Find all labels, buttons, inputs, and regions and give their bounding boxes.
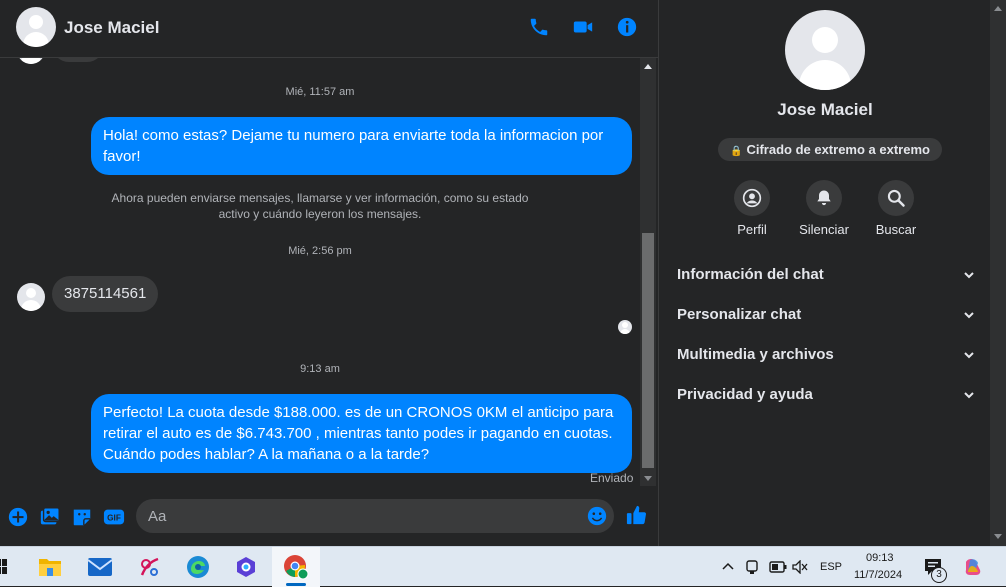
clock-date[interactable]: 11/7/2024: [854, 569, 902, 581]
timestamp: Mié, 11:57 am: [285, 86, 355, 98]
scroll-up-arrow[interactable]: [994, 6, 1002, 11]
message-status: Enviado: [590, 471, 634, 485]
notification-count-badge: 3: [931, 567, 947, 583]
battery-icon[interactable]: [769, 561, 787, 573]
chevron-down-icon: [964, 352, 974, 359]
video-call-icon[interactable]: [572, 16, 594, 38]
language-indicator[interactable]: ESP: [820, 561, 842, 573]
contact-avatar-small[interactable]: [17, 283, 45, 311]
windows-start-icon[interactable]: [0, 559, 8, 575]
mute-button[interactable]: Silenciar: [789, 180, 859, 237]
section-label: Privacidad y ayuda: [677, 386, 813, 403]
message-list[interactable]: Mié, 11:57 am Hola! como estas? Dejame t…: [0, 58, 658, 488]
windows-taskbar: ESP 09:13 11/7/2024 3: [0, 546, 1006, 587]
mute-label: Silenciar: [799, 222, 849, 237]
message-input[interactable]: [136, 499, 614, 533]
plus-icon[interactable]: [7, 506, 29, 528]
panel-scrollbar[interactable]: [990, 0, 1006, 546]
profile-label: Perfil: [737, 222, 767, 237]
folder-icon: [39, 559, 61, 576]
timestamp: 9:13 am: [300, 363, 340, 375]
contact-name[interactable]: Jose Maciel: [64, 18, 159, 38]
timestamp: Mié, 2:56 pm: [288, 245, 352, 257]
sticker-icon[interactable]: [71, 506, 93, 528]
section-label: Información del chat: [677, 266, 824, 283]
section-customize-chat[interactable]: Personalizar chat: [677, 300, 975, 330]
panel-avatar[interactable]: [785, 10, 865, 90]
incoming-message[interactable]: 3875114561: [52, 276, 159, 312]
bell-icon: [817, 190, 831, 206]
scroll-down-arrow[interactable]: [994, 534, 1002, 539]
chevron-down-icon: [964, 272, 974, 279]
message-bubble-partial: [52, 58, 104, 62]
chrome-browser-app[interactable]: [272, 547, 320, 587]
section-label: Personalizar chat: [677, 306, 802, 323]
contact-avatar[interactable]: [16, 7, 56, 47]
profile-icon: [742, 188, 762, 208]
snipping-icon: [140, 557, 159, 576]
snipping-tool-app[interactable]: [126, 547, 174, 587]
scroll-up-arrow[interactable]: [644, 64, 652, 69]
info-icon[interactable]: [616, 16, 638, 38]
gif-icon[interactable]: GIF: [103, 506, 125, 528]
mail-icon: [87, 558, 113, 576]
phone-icon[interactable]: [528, 16, 550, 38]
scroll-thumb[interactable]: [642, 233, 654, 468]
chrome-icon: [284, 555, 309, 580]
panel-contact-name: Jose Maciel: [777, 100, 873, 119]
message-scrollbar[interactable]: [640, 58, 656, 486]
edge-icon: [187, 556, 209, 578]
copilot-preview-icon[interactable]: [962, 556, 984, 578]
system-notice: Ahora pueden enviarse mensajes, llamarse…: [111, 191, 529, 221]
svg-text:GIF: GIF: [107, 514, 121, 523]
encryption-badge[interactable]: 🔒 Cifrado de extremo a extremo: [718, 138, 942, 161]
search-label: Buscar: [875, 222, 917, 237]
search-icon: [887, 189, 905, 207]
seen-avatar: [618, 320, 632, 334]
chat-header: Jose Maciel: [0, 0, 658, 58]
section-label: Multimedia y archivos: [677, 346, 834, 363]
search-button[interactable]: Buscar: [861, 180, 931, 237]
chevron-up-icon[interactable]: [722, 562, 734, 570]
edge-browser-app[interactable]: [174, 547, 222, 587]
conversation-info-panel: Jose Maciel 🔒 Cifrado de extremo a extrem…: [658, 0, 990, 546]
messenger-window: Jose Maciel Mié, 11:57 am Hola! como est…: [0, 0, 1006, 546]
outgoing-message[interactable]: Perfecto! La cuota desde $188.000. es de…: [91, 394, 632, 473]
encryption-label: Cifrado de extremo a extremo: [746, 142, 930, 157]
photo-icon[interactable]: [39, 506, 61, 528]
file-explorer-app[interactable]: [26, 547, 74, 587]
outgoing-message[interactable]: Hola! como estas? Dejame tu numero para …: [91, 117, 632, 175]
like-icon[interactable]: [626, 504, 648, 526]
chevron-down-icon: [964, 392, 974, 399]
section-chat-info[interactable]: Información del chat: [677, 260, 975, 290]
chevron-down-icon: [964, 312, 974, 319]
profile-button[interactable]: Perfil: [717, 180, 787, 237]
section-privacy-help[interactable]: Privacidad y ayuda: [677, 380, 975, 410]
clock-time[interactable]: 09:13: [866, 552, 894, 564]
device-icon[interactable]: [745, 559, 759, 575]
lock-icon: 🔒: [730, 146, 743, 157]
contact-avatar-small: [17, 58, 45, 64]
scroll-down-arrow[interactable]: [644, 476, 652, 481]
copilot-icon: [237, 557, 255, 577]
section-media-files[interactable]: Multimedia y archivos: [677, 340, 975, 370]
volume-muted-icon[interactable]: [792, 560, 808, 574]
composer: GIF: [0, 488, 658, 546]
mail-app[interactable]: [76, 547, 124, 587]
copilot-app[interactable]: [222, 547, 270, 587]
emoji-icon[interactable]: [586, 505, 608, 527]
